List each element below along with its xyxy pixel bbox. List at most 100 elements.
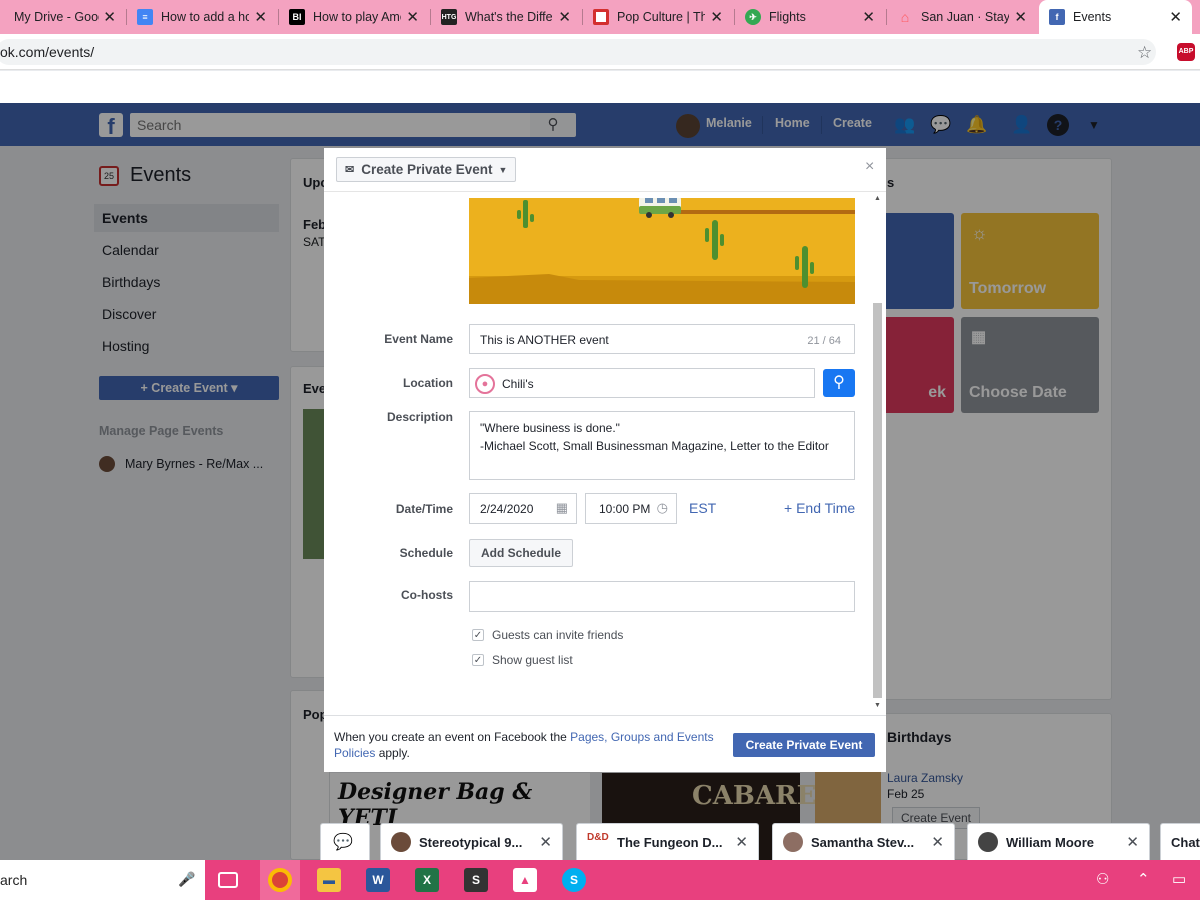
adblock-icon[interactable]: ABP — [1177, 43, 1195, 61]
time-field[interactable]: 10:00 PM ◷ — [585, 493, 677, 524]
event-name-field[interactable]: This is ANOTHER event 21 / 64 — [469, 324, 855, 354]
char-counter: 21 / 64 — [807, 335, 841, 347]
file-explorer-icon[interactable]: ▬ — [317, 868, 341, 892]
envelope-icon: ✉ — [345, 164, 355, 176]
close-icon[interactable]: ✕ — [539, 833, 552, 851]
taskbar-search-text: arch — [0, 872, 28, 888]
photos-icon[interactable]: ▲ — [513, 868, 537, 892]
close-icon[interactable]: ✕ — [1014, 8, 1027, 26]
policy-suffix: apply. — [375, 746, 410, 760]
close-icon[interactable]: ✕ — [862, 8, 875, 26]
cover-photo[interactable] — [469, 198, 855, 304]
location-pin-button[interactable]: ⚲ — [823, 369, 855, 397]
bi-icon: BI — [289, 9, 305, 25]
time-value: 10:00 PM — [599, 502, 651, 516]
windows-taskbar: arch 🎤 ▬ W X S ▲ S ⚇ ⌃ ▭ — [0, 860, 1200, 900]
dnd-icon: D&D — [587, 832, 609, 843]
checkmark-icon: ✓ — [472, 629, 484, 641]
page-top-gap — [0, 71, 1200, 103]
people-icon[interactable]: ⚇ — [1096, 870, 1109, 888]
desert-illustration — [469, 198, 855, 304]
chat-list-button[interactable]: 💬 — [320, 823, 370, 860]
location-value: Chili's — [502, 377, 534, 391]
guests-invite-checkbox[interactable]: ✓ Guests can invite friends — [472, 628, 623, 642]
chevron-up-icon[interactable]: ⌃ — [1137, 870, 1150, 888]
datetime-label: Date/Time — [395, 502, 453, 516]
docs-icon: ≡ — [137, 9, 153, 25]
close-icon[interactable]: ✕ — [558, 8, 571, 26]
checkbox-label: Show guest list — [492, 653, 573, 667]
word-icon[interactable]: W — [366, 868, 390, 892]
chat-bubbles-icon: 💬 — [333, 834, 353, 851]
event-name-label: Event Name — [384, 332, 453, 346]
close-icon[interactable]: ✕ — [254, 8, 267, 26]
chat-tab[interactable]: Stereotypical 9... ✕ — [380, 823, 563, 860]
close-icon[interactable]: × — [865, 158, 874, 176]
chat-tab[interactable]: William Moore ✕ — [967, 823, 1150, 860]
microphone-icon[interactable]: 🎤 — [178, 871, 195, 888]
browser-tab-bi[interactable]: BI How to play Among Us ✕ — [279, 0, 429, 34]
modal-footer: When you create an event on Facebook the… — [324, 715, 886, 772]
close-icon[interactable]: ✕ — [103, 8, 116, 26]
close-icon[interactable]: ✕ — [406, 8, 419, 26]
bookmark-star-icon[interactable]: ☆ — [1137, 43, 1152, 63]
excel-icon[interactable]: X — [415, 868, 439, 892]
browser-tab-flights[interactable]: ✈ Flights ✕ — [735, 0, 885, 34]
cohosts-field[interactable] — [469, 581, 855, 612]
browser-tab-popculture[interactable]: Pop Culture | The ✕ — [583, 0, 733, 34]
add-schedule-button[interactable]: Add Schedule — [469, 539, 573, 567]
close-icon[interactable]: ✕ — [931, 833, 944, 851]
close-icon[interactable]: ✕ — [1169, 8, 1182, 26]
avatar — [391, 832, 411, 852]
url-field[interactable]: ok.com/events/ — [0, 39, 1156, 65]
chat-sidebar-tab[interactable]: Chat — [1160, 823, 1200, 860]
flights-icon: ✈ — [745, 9, 761, 25]
chat-name: Chat — [1171, 834, 1200, 850]
chat-name: The Fungeon D... — [617, 834, 723, 850]
location-field[interactable]: ● Chili's — [469, 368, 815, 398]
popculture-icon — [593, 9, 609, 25]
chat-name: Samantha Stev... — [811, 834, 915, 850]
modal-scrollbar[interactable]: ▲ ▼ — [873, 195, 882, 710]
browser-tab-docs[interactable]: ≡ How to add a holiday ✕ — [127, 0, 277, 34]
browser-tab-htg[interactable]: HTG What's the Difference ✕ — [431, 0, 581, 34]
skype-icon[interactable]: S — [562, 868, 586, 892]
show-guest-list-checkbox[interactable]: ✓ Show guest list — [472, 653, 573, 667]
browser-tab-airbnb[interactable]: ⌂ San Juan · Stays ✕ — [887, 0, 1037, 34]
scrollbar-thumb[interactable] — [873, 303, 882, 698]
airbnb-icon: ⌂ — [900, 9, 910, 25]
close-icon[interactable]: ✕ — [1126, 833, 1139, 851]
chat-tab[interactable]: Samantha Stev... ✕ — [772, 823, 955, 860]
scroll-down-icon[interactable]: ▼ — [874, 702, 881, 709]
task-view-icon[interactable] — [218, 872, 238, 888]
description-line: "Where business is done." — [480, 421, 620, 435]
chat-tab[interactable]: D&D The Fungeon D... ✕ — [576, 823, 759, 860]
chevron-down-icon: ▼ — [498, 164, 508, 175]
scroll-up-icon[interactable]: ▲ — [874, 195, 881, 202]
close-icon[interactable]: ✕ — [735, 833, 748, 851]
end-time-link[interactable]: + End Time — [784, 500, 855, 516]
cohosts-label: Co-hosts — [401, 588, 453, 602]
location-label: Location — [403, 376, 453, 390]
description-label: Description — [386, 410, 453, 424]
network-icon[interactable]: ▭ — [1172, 870, 1186, 888]
browser-tab-drive[interactable]: My Drive - Google Drive ✕ — [0, 0, 126, 34]
facebook-icon: f — [1049, 9, 1065, 25]
timezone-label: EST — [689, 500, 717, 516]
checkbox-label: Guests can invite friends — [492, 628, 624, 642]
schedule-label: Schedule — [399, 546, 453, 560]
app-icon[interactable]: S — [464, 868, 488, 892]
checkmark-icon: ✓ — [472, 654, 484, 666]
close-icon[interactable]: ✕ — [710, 8, 723, 26]
chrome-icon[interactable] — [268, 868, 292, 892]
browser-tab-events[interactable]: f Events ✕ — [1039, 0, 1192, 34]
create-private-event-button[interactable]: Create Private Event — [733, 733, 875, 757]
description-field[interactable]: "Where business is done." -Michael Scott… — [469, 411, 855, 480]
date-field[interactable]: 2/24/2020 ▦ — [469, 493, 577, 524]
event-type-dropdown[interactable]: ✉ Create Private Event ▼ — [336, 157, 517, 182]
clock-icon: ◷ — [656, 500, 668, 515]
calendar-icon: ▦ — [555, 500, 568, 515]
taskbar-search[interactable]: arch 🎤 — [0, 860, 205, 900]
drive-icon — [2, 9, 8, 25]
policy-text: When you create an event on Facebook the… — [334, 729, 719, 761]
